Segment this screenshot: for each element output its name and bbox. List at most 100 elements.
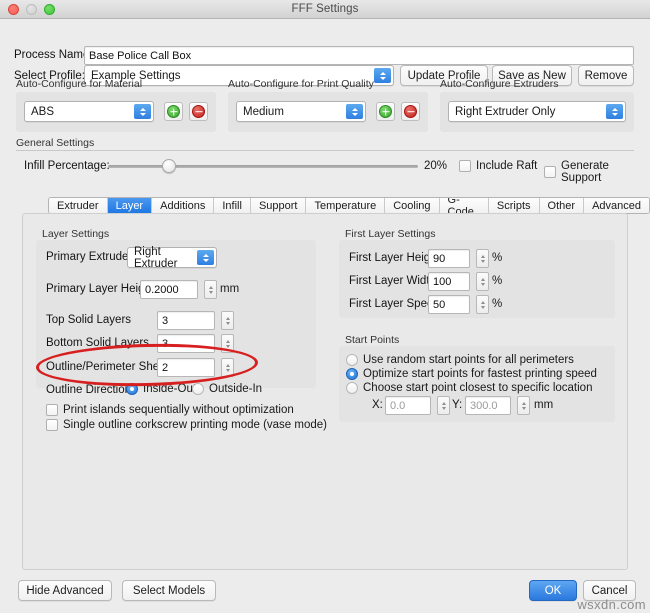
first-layer-width-input[interactable]: 100 <box>428 272 470 291</box>
start-point-x-stepper[interactable] <box>437 396 450 415</box>
add-quality-button[interactable] <box>376 102 395 121</box>
first-layer-height-input[interactable]: 90 <box>428 249 470 268</box>
include-raft-label: Include Raft <box>476 160 538 172</box>
print-quality-value: Medium <box>243 105 284 118</box>
chevron-updown-icon <box>346 104 363 119</box>
top-solid-layers-input[interactable]: 3 <box>157 311 215 330</box>
primary-extruder-dropdown[interactable]: Right Extruder <box>127 245 217 270</box>
process-name-input[interactable]: Base Police Call Box <box>84 46 634 65</box>
first-layer-height-stepper[interactable] <box>476 249 489 268</box>
tab-additions[interactable]: Additions <box>152 198 215 213</box>
bottom-solid-layers-input[interactable]: 3 <box>157 334 215 353</box>
chevron-updown-icon <box>606 104 623 119</box>
primary-extruder-label: Primary Extruder <box>46 251 133 263</box>
auto-configure-material-label: Auto-Configure for Material <box>16 78 143 90</box>
generate-support-label: Generate Support <box>561 160 609 184</box>
primary-layer-height-stepper[interactable] <box>204 280 217 299</box>
remove-profile-button[interactable]: Remove <box>578 65 634 86</box>
start-point-optimize-radio[interactable]: Optimize start points for fastest printi… <box>346 368 597 380</box>
process-name-label: Process Name: <box>14 49 93 61</box>
watermark: wsxdn.com <box>577 597 646 612</box>
close-button[interactable] <box>8 3 19 15</box>
chevron-updown-icon <box>134 104 151 119</box>
tab-layer[interactable]: Layer <box>107 198 153 213</box>
outline-direction-inside-out-radio[interactable]: Inside-Out <box>126 383 196 395</box>
plus-icon <box>167 105 180 118</box>
maximize-button[interactable] <box>44 3 55 15</box>
settings-tabstrip[interactable]: Extruder Layer Additions Infill Support … <box>48 197 650 214</box>
tab-extruder[interactable]: Extruder <box>49 198 108 213</box>
select-models-button[interactable]: Select Models <box>122 580 216 601</box>
tab-scripts[interactable]: Scripts <box>488 198 540 213</box>
tab-infill[interactable]: Infill <box>214 198 251 213</box>
tab-gcode[interactable]: G-Code <box>439 198 489 213</box>
general-settings-label: General Settings <box>16 137 95 149</box>
material-value: ABS <box>31 105 55 118</box>
start-point-x-input[interactable]: 0.0 <box>385 396 431 415</box>
extruders-value: Right Extruder Only <box>455 105 556 118</box>
start-point-y-stepper[interactable] <box>517 396 530 415</box>
start-point-x-label: X: <box>372 399 383 411</box>
outline-perimeter-shells-label: Outline/Perimeter Shells <box>46 361 170 373</box>
window-titlebar: FFF Settings <box>0 0 650 19</box>
outline-perimeter-shells-stepper[interactable] <box>221 358 234 377</box>
general-settings-divider <box>16 150 634 151</box>
start-point-random-label: Use random start points for all perimete… <box>363 354 574 366</box>
primary-layer-height-input[interactable]: 0.2000 <box>140 280 198 299</box>
outline-perimeter-shells-input[interactable]: 2 <box>157 358 215 377</box>
ok-button[interactable]: OK <box>529 580 577 601</box>
outline-direction-inside-out-label: Inside-Out <box>143 383 197 395</box>
chevron-updown-icon <box>374 68 391 83</box>
minus-icon <box>404 105 417 118</box>
start-points-label: Start Points <box>345 334 400 346</box>
top-solid-layers-stepper[interactable] <box>221 311 234 330</box>
print-islands-sequentially-checkbox[interactable]: Print islands sequentially without optim… <box>46 404 294 416</box>
generate-support-checkbox[interactable]: Generate Support <box>544 160 650 184</box>
tab-other[interactable]: Other <box>539 198 585 213</box>
outline-direction-outside-in-label: Outside-In <box>209 383 263 395</box>
first-layer-settings-label: First Layer Settings <box>345 228 436 240</box>
tab-advanced[interactable]: Advanced <box>584 198 649 213</box>
print-islands-label: Print islands sequentially without optim… <box>63 404 294 416</box>
remove-quality-button[interactable] <box>401 102 420 121</box>
include-raft-checkbox[interactable]: Include Raft <box>459 160 537 172</box>
first-layer-speed-input[interactable]: 50 <box>428 295 470 314</box>
first-layer-width-label: First Layer Width <box>349 275 436 287</box>
radio-icon <box>346 382 358 394</box>
tab-temperature[interactable]: Temperature <box>306 198 386 213</box>
slider-track <box>108 165 418 168</box>
outline-direction-outside-in-radio[interactable]: Outside-In <box>192 383 262 395</box>
vase-mode-label: Single outline corkscrew printing mode (… <box>63 419 327 431</box>
radio-icon <box>346 354 358 366</box>
start-point-unit: mm <box>534 399 554 411</box>
first-layer-speed-unit: % <box>492 298 503 310</box>
hide-advanced-button[interactable]: Hide Advanced <box>18 580 112 601</box>
tab-support[interactable]: Support <box>250 198 307 213</box>
first-layer-speed-stepper[interactable] <box>476 295 489 314</box>
start-point-specific-label: Choose start point closest to specific l… <box>363 382 593 394</box>
window-title: FFF Settings <box>291 3 359 15</box>
add-material-button[interactable] <box>164 102 183 121</box>
extruders-dropdown[interactable]: Right Extruder Only <box>448 101 626 122</box>
material-dropdown[interactable]: ABS <box>24 101 154 122</box>
start-point-y-input[interactable]: 300.0 <box>465 396 511 415</box>
slider-thumb[interactable] <box>162 159 176 173</box>
first-layer-width-stepper[interactable] <box>476 272 489 291</box>
vase-mode-checkbox[interactable]: Single outline corkscrew printing mode (… <box>46 419 327 431</box>
first-layer-height-unit: % <box>492 252 503 264</box>
bottom-solid-layers-stepper[interactable] <box>221 334 234 353</box>
minus-icon <box>192 105 205 118</box>
checkbox-icon <box>46 419 58 431</box>
tab-cooling[interactable]: Cooling <box>385 198 440 213</box>
remove-material-button[interactable] <box>189 102 208 121</box>
print-quality-dropdown[interactable]: Medium <box>236 101 366 122</box>
start-point-optimize-label: Optimize start points for fastest printi… <box>363 368 597 380</box>
start-point-random-radio[interactable]: Use random start points for all perimete… <box>346 354 574 366</box>
infill-percentage-slider[interactable] <box>108 159 418 173</box>
chevron-updown-icon <box>197 250 214 265</box>
primary-extruder-value: Right Extruder <box>134 245 178 270</box>
first-layer-width-unit: % <box>492 275 503 287</box>
start-point-specific-radio[interactable]: Choose start point closest to specific l… <box>346 382 592 394</box>
minimize-button[interactable] <box>26 3 37 15</box>
first-layer-height-label: First Layer Height <box>349 252 440 264</box>
